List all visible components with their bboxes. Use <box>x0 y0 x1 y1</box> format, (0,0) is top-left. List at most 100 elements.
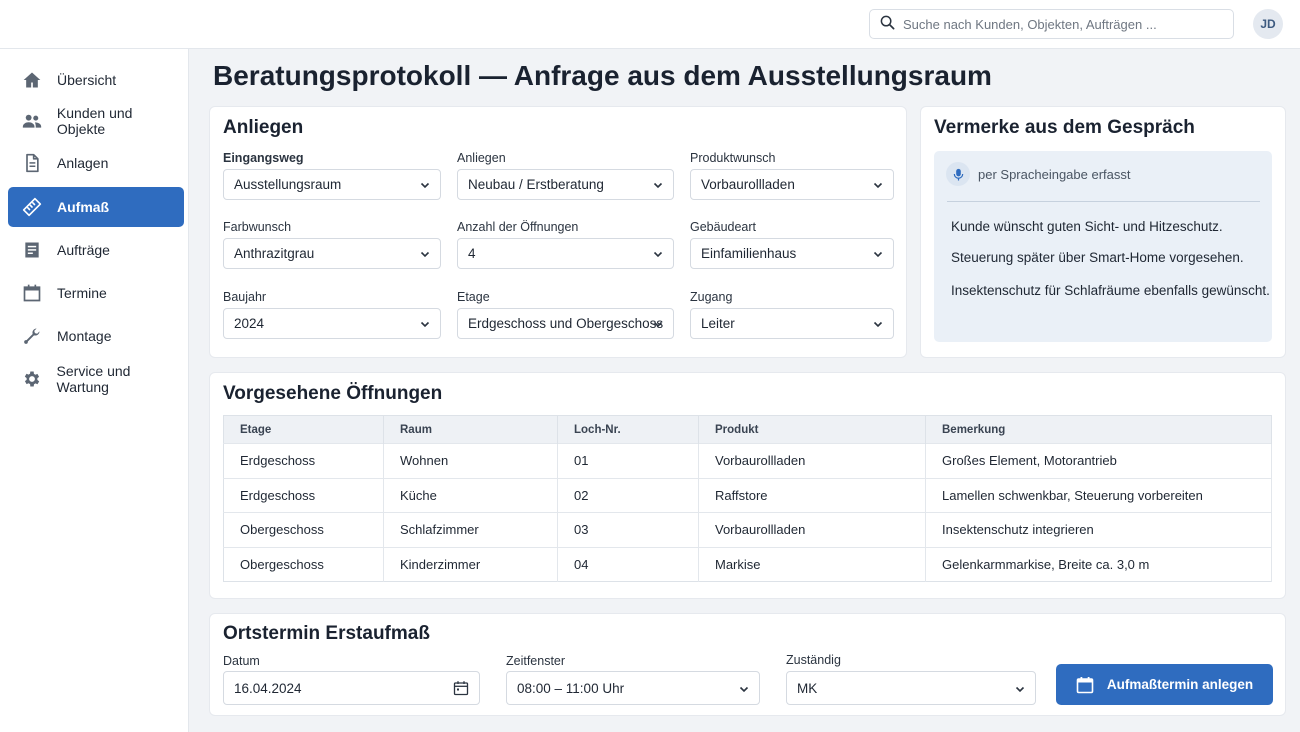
cell-raum: Kinderzimmer <box>383 546 558 582</box>
sidebar-item-anlagen[interactable]: Anlagen <box>8 143 184 183</box>
cell-loch-nr: 02 <box>557 477 699 513</box>
select-value: MK <box>797 680 818 696</box>
baujahr-select[interactable]: 2024 <box>223 308 441 339</box>
chevron-down-icon <box>1014 683 1026 695</box>
select-value: 4 <box>468 246 476 261</box>
sidebar-item-montage[interactable]: Montage <box>8 316 184 356</box>
sidebar-item-label: Termine <box>57 285 107 301</box>
produktwunsch-select[interactable]: Vorbaurollladen <box>690 169 894 200</box>
calendar-icon <box>1076 676 1107 694</box>
column-header-etage[interactable]: Etage <box>223 415 384 444</box>
ortstermin-title: Ortstermin Erstaufmaß <box>223 623 430 644</box>
zustaendig-label: Zuständig <box>786 653 841 667</box>
cell-loch-nr: 01 <box>557 443 699 478</box>
table-row[interactable]: Erdgeschoss Wohnen 01 Vorbaurollladen Gr… <box>223 443 1272 478</box>
etage-select[interactable]: Erdgeschoss und Obergeschoss <box>457 308 674 339</box>
chevron-down-icon <box>738 683 750 695</box>
sidebar-item-label: Aufträge <box>57 242 110 258</box>
people-icon <box>21 110 43 132</box>
column-header-loch-nr[interactable]: Loch-Nr. <box>557 415 699 444</box>
table-header-row: Etage Raum Loch-Nr. Produkt Bemerkung <box>223 415 1272 444</box>
chevron-down-icon <box>419 179 431 191</box>
zustaendig-select[interactable]: MK <box>786 671 1036 705</box>
cell-etage: Erdgeschoss <box>223 477 384 513</box>
sidebar: Übersicht Kunden und Objekte Anlagen Auf… <box>0 49 189 732</box>
eingangsweg-select[interactable]: Ausstellungsraum <box>223 169 441 200</box>
calendar-icon <box>21 282 43 304</box>
button-label: Aufmaßtermin anlegen <box>1106 677 1254 692</box>
microphone-icon[interactable] <box>946 162 970 186</box>
cell-etage: Obergeschoss <box>223 546 384 582</box>
select-value: Ausstellungsraum <box>234 177 342 192</box>
column-header-produkt[interactable]: Produkt <box>698 415 926 444</box>
table-row[interactable]: Obergeschoss Kinderzimmer 04 Markise Gel… <box>223 546 1272 582</box>
column-header-bemerkung[interactable]: Bemerkung <box>925 415 1272 444</box>
chevron-down-icon <box>652 179 664 191</box>
vermerke-title: Vermerke aus dem Gespräch <box>934 117 1195 138</box>
chevron-down-icon <box>652 318 664 330</box>
orders-icon <box>21 239 43 261</box>
note-line: Kunde wünscht guten Sicht- und Hitzeschu… <box>951 219 1223 234</box>
cell-loch-nr: 03 <box>557 512 699 547</box>
chevron-down-icon <box>419 318 431 330</box>
notes-divider <box>947 201 1260 202</box>
gear-icon <box>21 368 43 390</box>
zugang-label: Zugang <box>690 290 733 304</box>
cell-produkt: Markise <box>698 546 926 582</box>
zugang-select[interactable]: Leiter <box>690 308 894 339</box>
sidebar-item-service[interactable]: Service und Wartung <box>8 359 184 399</box>
note-line: Steuerung später über Smart-Home vorgese… <box>951 250 1244 265</box>
sidebar-item-label: Aufmaß <box>57 199 110 215</box>
home-icon <box>21 69 43 91</box>
oeffnungen-title: Vorgesehene Öffnungen <box>223 383 443 404</box>
global-search[interactable] <box>869 9 1234 39</box>
anliegen-title: Anliegen <box>223 117 304 138</box>
sidebar-item-aufmass[interactable]: Aufmaß <box>8 187 184 227</box>
baujahr-label: Baujahr <box>223 290 267 304</box>
anzahl-oeffnungen-select[interactable]: 4 <box>457 238 674 269</box>
etage-label: Etage <box>457 290 490 304</box>
chevron-down-icon <box>872 179 884 191</box>
column-header-raum[interactable]: Raum <box>383 415 558 444</box>
sidebar-item-kunden[interactable]: Kunden und Objekte <box>8 101 184 141</box>
produktwunsch-label: Produktwunsch <box>690 151 776 165</box>
search-input[interactable] <box>903 16 1233 32</box>
cell-loch-nr: 04 <box>557 546 699 582</box>
gebaeudeart-select[interactable]: Einfamilienhaus <box>690 238 894 269</box>
sidebar-item-auftraege[interactable]: Aufträge <box>8 230 184 270</box>
cell-produkt: Raffstore <box>698 477 926 513</box>
chevron-down-icon <box>419 248 431 260</box>
aufmasstermin-anlegen-button[interactable]: Aufmaßtermin anlegen <box>1056 664 1273 705</box>
zeitfenster-select[interactable]: 08:00 – 11:00 Uhr <box>506 671 760 705</box>
datum-value: 16.04.2024 <box>234 680 302 696</box>
sidebar-item-label: Kunden und Objekte <box>56 105 133 137</box>
cell-bemerkung: Lamellen schwenkbar, Steuerung vorbereit… <box>925 477 1272 513</box>
sidebar-item-termine[interactable]: Termine <box>8 273 184 313</box>
page-title: Beratungsprotokoll — Anfrage aus dem Aus… <box>213 60 992 92</box>
datum-label: Datum <box>223 654 260 668</box>
table-row[interactable]: Erdgeschoss Küche 02 Raffstore Lamellen … <box>223 477 1272 513</box>
cell-etage: Obergeschoss <box>223 512 384 547</box>
oeffnungen-table: Etage Raum Loch-Nr. Produkt Bemerkung Er… <box>223 415 1272 582</box>
anliegen-select[interactable]: Neubau / Erstberatung <box>457 169 674 200</box>
cell-bemerkung: Gelenkarmmarkise, Breite ca. 3,0 m <box>925 546 1272 582</box>
page-title-subtitle: — Anfrage aus dem Ausstellungsraum <box>479 60 992 91</box>
anzahl-oeffnungen-label: Anzahl der Öffnungen <box>457 220 579 234</box>
user-avatar[interactable]: JD <box>1253 9 1283 39</box>
cell-etage: Erdgeschoss <box>223 443 384 478</box>
eingangsweg-label: Eingangsweg <box>223 151 304 165</box>
datum-input[interactable]: 16.04.2024 <box>223 671 480 705</box>
select-value: Leiter <box>701 316 735 331</box>
cell-produkt: Vorbaurollladen <box>698 512 926 547</box>
table-row[interactable]: Obergeschoss Schlafzimmer 03 Vorbaurolll… <box>223 512 1272 547</box>
sidebar-item-uebersicht[interactable]: Übersicht <box>8 60 184 100</box>
top-bar: JD <box>0 0 1300 49</box>
notes-box: per Spracheingabe erfasst Kunde wünscht … <box>934 151 1272 342</box>
chevron-down-icon <box>872 318 884 330</box>
farbwunsch-select[interactable]: Anthrazitgrau <box>223 238 441 269</box>
cell-raum: Wohnen <box>383 443 558 478</box>
calendar-icon[interactable] <box>453 680 469 696</box>
sidebar-item-label: Service und Wartung <box>56 363 131 395</box>
page-title-main: Beratungsprotokoll <box>213 60 472 91</box>
voice-input-label: per Spracheingabe erfasst <box>978 167 1131 182</box>
